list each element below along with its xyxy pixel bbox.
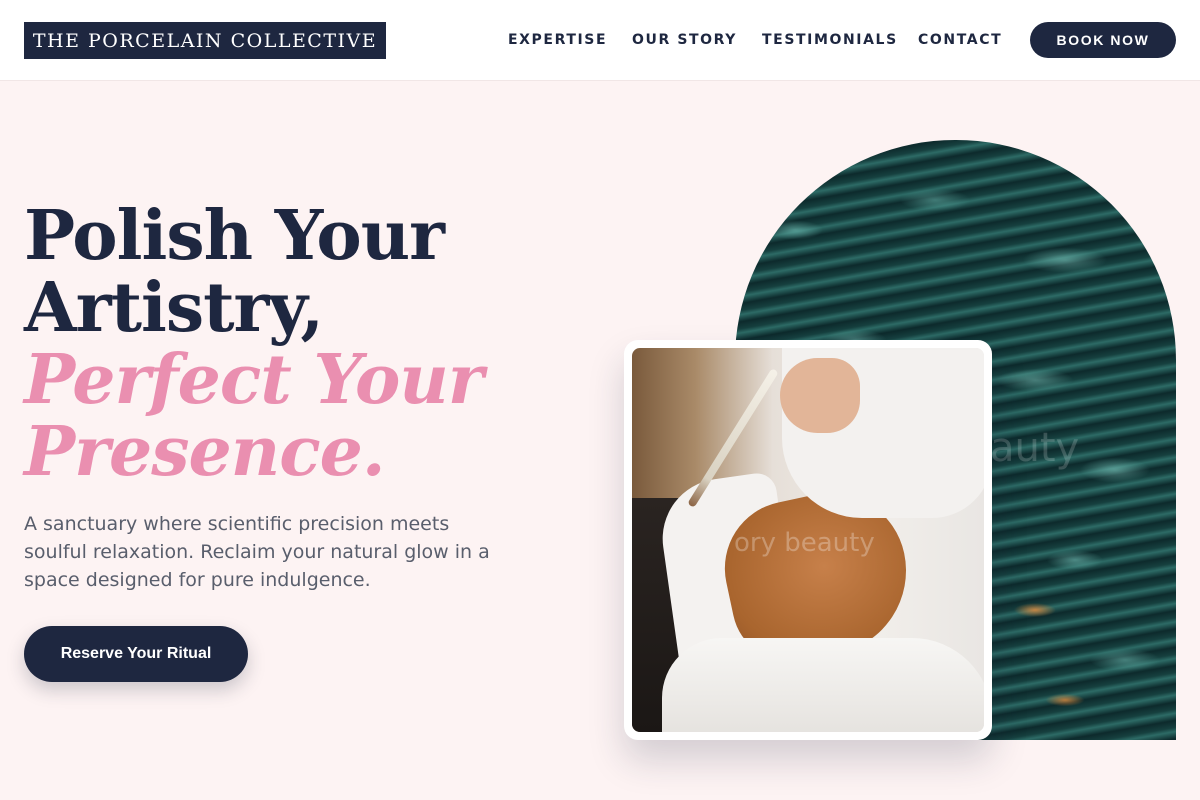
headline-line-1: Polish Your [24,196,445,276]
photo-towel [662,638,984,732]
photo-hand [780,358,860,433]
arch-watermark-text: auty [990,425,1080,471]
facial-treatment-photo: ory beauty [632,348,984,732]
nav-link-contact[interactable]: CONTACT [918,30,1002,50]
site-header: THE PORCELAIN COLLECTIVE EXPERTISE OUR S… [0,0,1200,81]
nav-link-our-story[interactable]: OUR STORY [632,30,737,50]
photo-watermark-text: ory beauty [734,528,875,558]
hero-subtext: A sanctuary where scientific precision m… [24,513,490,591]
hero-headline: Polish Your Artistry, Perfect Your Prese… [24,200,544,488]
book-now-button[interactable]: BOOK NOW [1030,22,1176,58]
nav-link-testimonials[interactable]: TESTIMONIALS [762,30,898,50]
reserve-ritual-button[interactable]: Reserve Your Ritual [24,626,248,682]
headline-accent-line-2: Presence. [24,412,386,492]
facial-photo-card: ory beauty [624,340,992,740]
headline-accent-line-1: Perfect Your [24,340,484,420]
brand-logo[interactable]: THE PORCELAIN COLLECTIVE [24,22,386,59]
nav-link-expertise[interactable]: EXPERTISE [508,30,607,50]
headline-line-2: Artistry, [24,268,324,348]
